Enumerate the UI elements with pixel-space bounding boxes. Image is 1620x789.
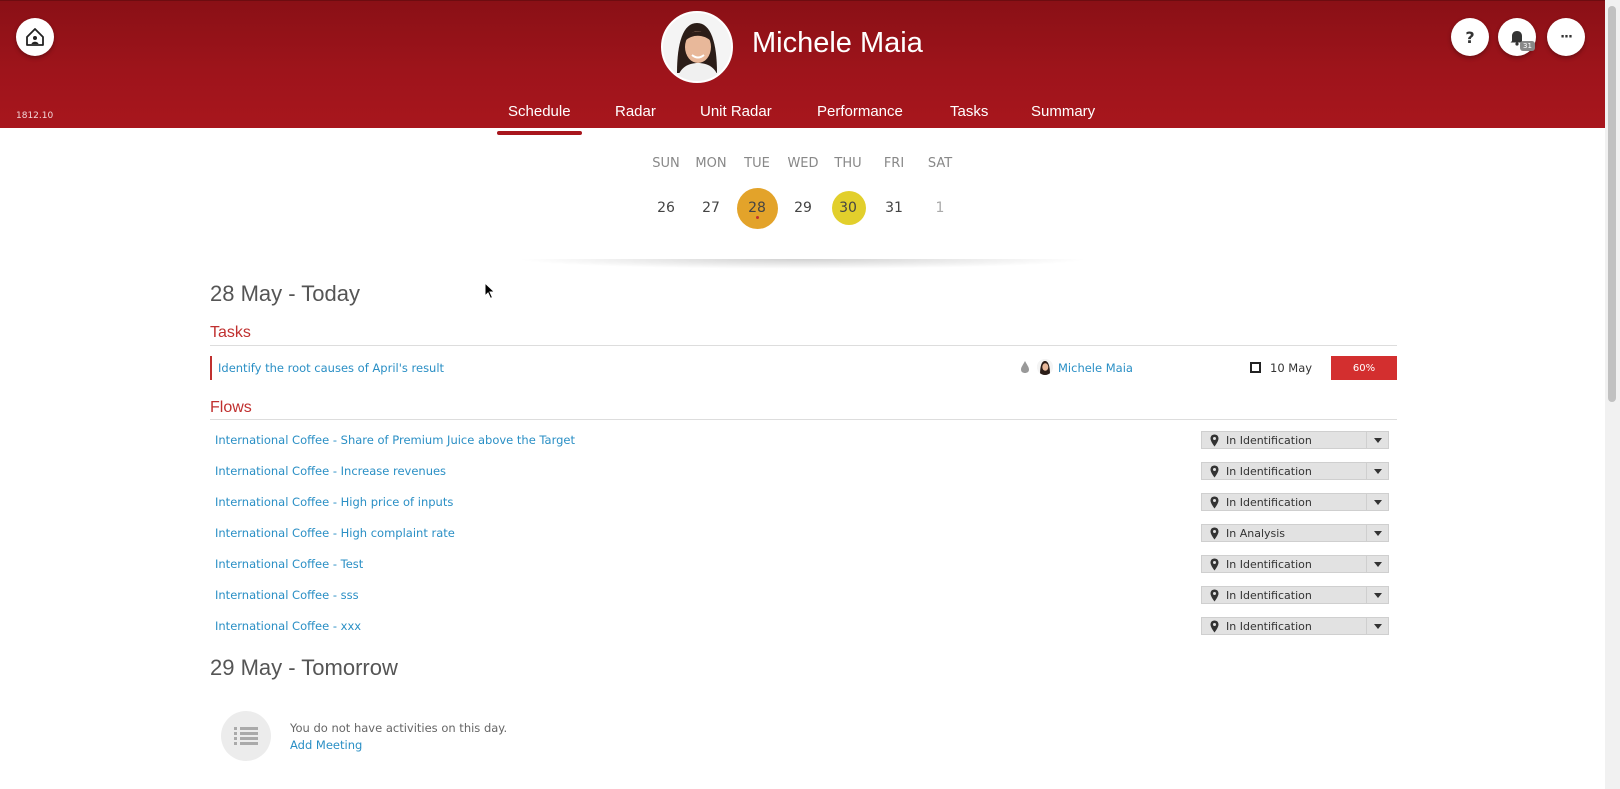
location-pin-icon (1210, 527, 1219, 540)
no-activities-text: You do not have activities on this day. (290, 721, 508, 735)
task-row[interactable]: Identify the root causes of April's resu… (210, 356, 1397, 380)
flow-status-select[interactable]: In Analysis (1201, 524, 1389, 542)
tab-schedule[interactable]: Schedule (508, 103, 571, 120)
flow-status-value: In Identification (1226, 558, 1312, 571)
task-due-date: 10 May (1270, 361, 1313, 375)
task-priority-bar (210, 356, 212, 380)
drop-icon (1021, 361, 1029, 373)
flows-section-title: Flows (210, 399, 252, 416)
tab-unit-radar[interactable]: Unit Radar (700, 103, 772, 120)
weekday-wed: WED (787, 156, 819, 171)
flow-link[interactable]: International Coffee - Increase revenues (215, 464, 446, 478)
date-1[interactable]: 1 (920, 200, 960, 216)
flow-status-select[interactable]: In Identification (1201, 493, 1389, 511)
weekday-mon: MON (695, 156, 727, 171)
flows-divider (210, 419, 1397, 420)
flow-status-select[interactable]: In Identification (1201, 586, 1389, 604)
assignee-avatar (1037, 359, 1053, 375)
flow-status-value: In Identification (1226, 465, 1312, 478)
user-avatar[interactable] (661, 11, 733, 83)
dropdown-arrow-icon[interactable] (1366, 494, 1388, 510)
app-header: 1812.10 Michele Maia ? 31 ··· (0, 0, 1605, 128)
tab-radar[interactable]: Radar (615, 103, 656, 120)
active-tab-indicator (497, 131, 582, 135)
date-28[interactable]: 28 (737, 200, 777, 216)
task-progress-badge: 60% (1331, 356, 1397, 380)
flow-link[interactable]: International Coffee - xxx (215, 619, 361, 633)
scrollbar-thumb[interactable] (1608, 6, 1616, 402)
location-pin-icon (1210, 496, 1219, 509)
date-31[interactable]: 31 (874, 200, 914, 216)
assignee-photo-icon (1037, 359, 1053, 375)
flow-link[interactable]: International Coffee - sss (215, 588, 359, 602)
dropdown-arrow-icon[interactable] (1366, 463, 1388, 479)
more-button[interactable]: ··· (1547, 18, 1585, 56)
flow-status-select[interactable]: In Identification (1201, 462, 1389, 480)
week-strip-shadow (515, 259, 1090, 269)
location-pin-icon (1210, 589, 1219, 602)
flow-status-value: In Identification (1226, 620, 1312, 633)
home-button[interactable] (16, 18, 54, 56)
tasks-divider (210, 345, 1397, 346)
help-button[interactable]: ? (1451, 18, 1489, 56)
dropdown-arrow-icon[interactable] (1366, 556, 1388, 572)
date-27[interactable]: 27 (691, 200, 731, 216)
user-photo-icon (663, 13, 731, 81)
user-name: Michele Maia (752, 27, 923, 59)
flow-status-value: In Identification (1226, 496, 1312, 509)
flow-status-select[interactable]: In Identification (1201, 555, 1389, 573)
dropdown-arrow-icon[interactable] (1366, 432, 1388, 448)
more-icon: ··· (1560, 29, 1573, 45)
weekday-tue: TUE (744, 156, 770, 171)
task-assignee-link[interactable]: Michele Maia (1058, 361, 1133, 375)
weekday-sun: SUN (652, 156, 680, 171)
flow-link[interactable]: International Coffee - Test (215, 557, 363, 571)
flow-status-select[interactable]: In Identification (1201, 431, 1389, 449)
flow-link[interactable]: International Coffee - High price of inp… (215, 495, 453, 509)
task-title-link[interactable]: Identify the root causes of April's resu… (218, 361, 444, 375)
flow-status-value: In Identification (1226, 589, 1312, 602)
version-label: 1812.10 (16, 111, 54, 121)
event-dot (756, 216, 759, 219)
weekday-thu: THU (834, 156, 862, 171)
flow-status-value: In Identification (1226, 434, 1312, 447)
checkbox-icon[interactable] (1250, 362, 1261, 373)
empty-list-icon (221, 711, 271, 761)
add-meeting-link[interactable]: Add Meeting (290, 738, 362, 752)
flow-link[interactable]: International Coffee - High complaint ra… (215, 526, 455, 540)
date-26[interactable]: 26 (646, 200, 686, 216)
help-icon: ? (1465, 27, 1475, 47)
date-29[interactable]: 29 (783, 200, 823, 216)
tab-performance[interactable]: Performance (817, 103, 903, 120)
tab-tasks[interactable]: Tasks (950, 103, 988, 120)
today-title: 28 May - Today (210, 281, 361, 306)
tomorrow-title: 29 May - Tomorrow (210, 655, 398, 680)
dropdown-arrow-icon[interactable] (1366, 525, 1388, 541)
location-pin-icon (1210, 434, 1219, 447)
tasks-section-title: Tasks (210, 324, 251, 341)
flow-link[interactable]: International Coffee - Share of Premium … (215, 433, 575, 447)
dropdown-arrow-icon[interactable] (1366, 587, 1388, 603)
weekday-sat: SAT (927, 156, 953, 171)
location-pin-icon (1210, 465, 1219, 478)
dropdown-arrow-icon[interactable] (1366, 618, 1388, 634)
flow-status-select[interactable]: In Identification (1201, 617, 1389, 635)
mouse-cursor-icon (484, 282, 496, 300)
date-30[interactable]: 30 (828, 200, 868, 216)
home-icon (26, 28, 44, 46)
notification-count-badge: 31 (1520, 41, 1535, 51)
weekday-fri: FRI (883, 156, 905, 171)
location-pin-icon (1210, 620, 1219, 633)
tab-summary[interactable]: Summary (1031, 103, 1095, 120)
flow-status-value: In Analysis (1226, 527, 1286, 540)
location-pin-icon (1210, 558, 1219, 571)
notifications-button[interactable]: 31 (1498, 18, 1536, 56)
